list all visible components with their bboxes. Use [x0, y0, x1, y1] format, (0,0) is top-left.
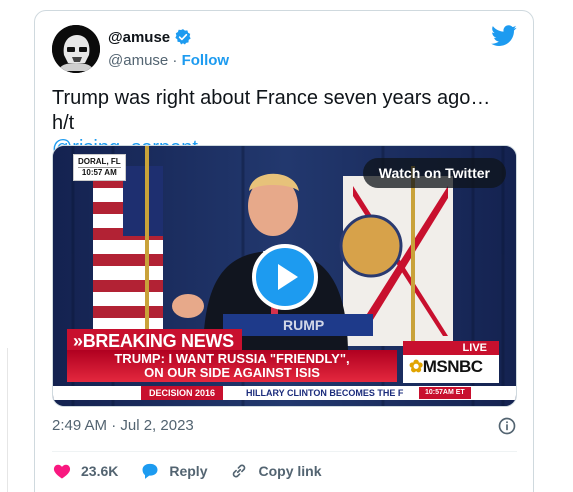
headline-line-1: TRUMP: I WANT RUSSIA "FRIENDLY",: [114, 351, 350, 366]
divider: [52, 451, 517, 452]
copy-link-button[interactable]: Copy link: [229, 461, 322, 481]
follow-link[interactable]: Follow: [182, 52, 230, 69]
author-handle-row: @amuse · Follow: [108, 52, 229, 69]
video-media[interactable]: RUMP DORAL, FL 10:57 AM Watch on Twitter…: [52, 145, 517, 407]
location-text: DORAL, FL: [78, 157, 121, 166]
author-handle[interactable]: @amuse: [108, 52, 168, 69]
separator-dot: ·: [172, 52, 178, 69]
svg-text:RUMP: RUMP: [283, 317, 324, 333]
headline-line-2: ON OUR SIDE AGAINST ISIS: [144, 365, 320, 380]
network-bug: LIVE ✿MSNBC: [403, 341, 499, 383]
network-logo: ✿MSNBC: [409, 357, 483, 376]
like-button[interactable]: 23.6K: [52, 461, 118, 481]
news-ticker: DECISION 2016 HILLARY CLINTON BECOMES TH…: [53, 386, 516, 400]
headline-text: TRUMP: I WANT RUSSIA "FRIENDLY", ON OUR …: [67, 352, 397, 380]
location-time: 10:57 AM: [78, 167, 121, 178]
location-bug: DORAL, FL 10:57 AM: [73, 154, 126, 181]
heart-icon: [53, 464, 71, 479]
page-left-rule: [0, 348, 8, 492]
tweet-body: Trump was right about France seven years…: [52, 87, 491, 134]
ticker-time: 10:57AM ET: [419, 387, 471, 399]
author-display-name[interactable]: @amuse: [108, 29, 170, 46]
tweet-timestamp[interactable]: 2:49 AM · Jul 2, 2023: [52, 417, 194, 434]
copy-link-label: Copy link: [258, 463, 322, 479]
reply-bubble-icon: [142, 463, 158, 479]
play-button[interactable]: [252, 244, 318, 310]
reply-button[interactable]: Reply: [140, 461, 207, 481]
embedded-tweet-card[interactable]: @amuse @amuse · Follow Trump was right a…: [34, 10, 534, 492]
reply-label: Reply: [169, 463, 208, 479]
twitter-bird-icon[interactable]: [491, 25, 517, 47]
author-name-row[interactable]: @amuse: [108, 28, 192, 46]
action-bar: 23.6K Reply Copy link: [52, 457, 344, 485]
verified-badge-icon: [175, 29, 191, 45]
play-icon: [278, 264, 298, 290]
ticker-tag: DECISION 2016: [141, 386, 224, 400]
like-count: 23.6K: [81, 463, 119, 479]
watch-on-twitter-button[interactable]: Watch on Twitter: [362, 158, 506, 188]
info-icon[interactable]: [497, 416, 517, 436]
link-icon: [233, 464, 246, 478]
avatar[interactable]: [52, 25, 100, 73]
peacock-icon: ✿: [409, 357, 423, 376]
live-tag: LIVE: [403, 341, 499, 355]
ticker-text: HILLARY CLINTON BECOMES THE F: [246, 388, 404, 398]
